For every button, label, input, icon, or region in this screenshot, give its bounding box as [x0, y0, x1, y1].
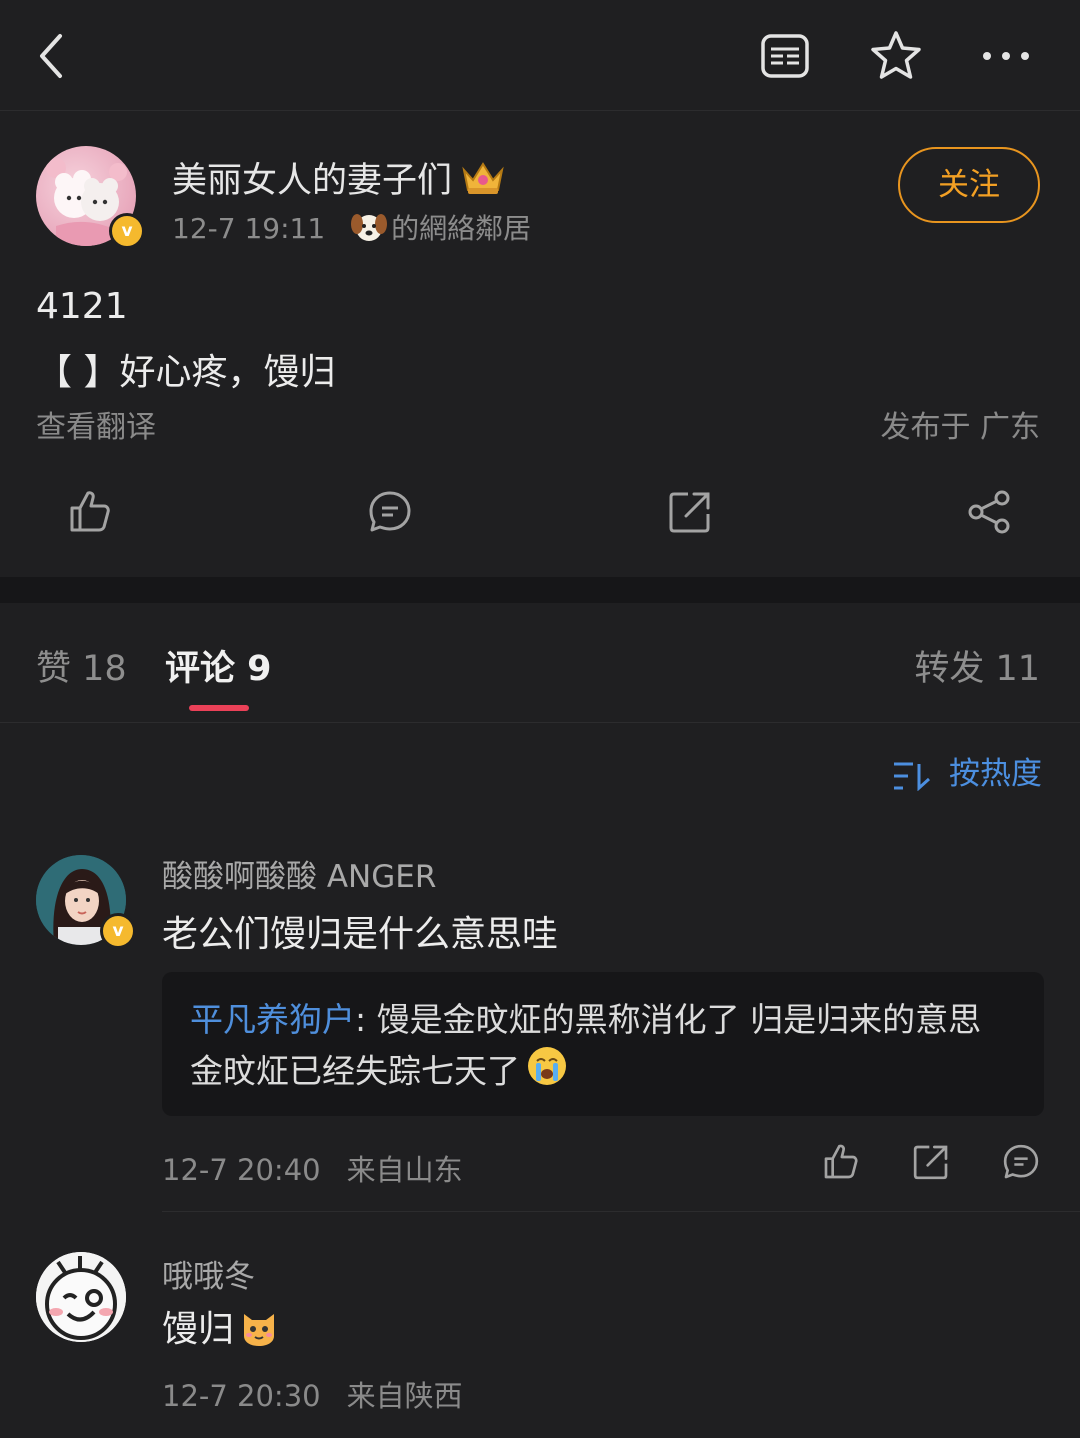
tab-comments[interactable]: 评论 9 — [165, 640, 272, 691]
follow-button[interactable]: 关注 — [898, 147, 1040, 223]
comment-avatar[interactable] — [36, 1252, 126, 1342]
comment-username[interactable]: 哦哦冬 — [162, 1251, 255, 1296]
post-text-line-1: 4121 — [36, 286, 128, 327]
comment-text-value: 馒归 — [162, 1309, 235, 1350]
post-time: 12-7 19:11 — [172, 212, 326, 245]
reply-preview[interactable]: 平凡养狗户: 馒是金旼炡的黑称消化了 归是归来的意思 金旼炡已经失踪七天了 — [162, 972, 1044, 1116]
comment-divider — [162, 1211, 1080, 1212]
reply-username[interactable]: 平凡养狗户 — [190, 1000, 355, 1039]
comment-text: 老公们馒归是什么意思哇 — [162, 914, 559, 955]
comment-username[interactable]: 酸酸啊酸酸 ANGER — [162, 851, 436, 896]
sort-label[interactable]: 按热度 — [949, 756, 1042, 792]
share-icon[interactable] — [966, 488, 1014, 536]
comment-like-icon[interactable] — [821, 1142, 861, 1182]
post-source[interactable]: 的網絡鄰居 — [391, 212, 531, 245]
comment-repost-icon[interactable] — [911, 1142, 951, 1182]
comment-time: 12-7 20:30 — [162, 1379, 321, 1413]
tab-reposts[interactable]: 转发 11 — [914, 640, 1040, 691]
verified-badge-icon: v — [109, 213, 145, 249]
translate-link[interactable]: 查看翻译 — [36, 402, 156, 446]
author-name[interactable]: 美丽女人的妻子们 — [172, 152, 506, 207]
dog-icon — [351, 210, 388, 251]
crown-badge-icon — [460, 158, 506, 207]
top-bar — [0, 0, 1080, 111]
comment-location: 来自陕西 — [346, 1379, 463, 1413]
comment-meta: 12-7 20:40 来自山东 — [162, 1147, 463, 1189]
post-meta: 12-7 19:11 的網絡鄰居 — [172, 207, 531, 251]
tab-likes[interactable]: 赞 18 — [36, 640, 127, 691]
crying-emoji-icon — [526, 1045, 568, 1101]
comment-meta: 12-7 20:30 来自陕西 — [162, 1373, 463, 1415]
repost-icon[interactable] — [666, 488, 714, 536]
star-icon[interactable] — [868, 28, 924, 84]
section-divider — [0, 577, 1080, 603]
like-icon[interactable] — [66, 488, 114, 536]
chevron-left-icon[interactable] — [24, 28, 80, 84]
sort-button[interactable]: 按热度 — [893, 748, 1042, 793]
comment-reply-icon[interactable] — [1001, 1142, 1041, 1182]
active-tab-indicator — [189, 705, 249, 711]
cat-emoji-icon — [238, 1306, 280, 1357]
comment-location: 来自山东 — [346, 1153, 463, 1187]
sort-icon — [894, 762, 931, 791]
comment-time: 12-7 20:40 — [162, 1153, 321, 1187]
tabs-divider — [0, 722, 1080, 723]
post-text-line-2: 【 】好心疼，馒归 — [36, 352, 336, 393]
more-icon[interactable] — [978, 28, 1034, 84]
comment-icon[interactable] — [366, 488, 414, 536]
comment-text: 馒归 — [162, 1300, 280, 1357]
reader-mode-icon[interactable] — [757, 28, 813, 84]
post-location: 发布于 广东 — [880, 410, 1040, 445]
verified-badge-icon: v — [100, 913, 136, 949]
